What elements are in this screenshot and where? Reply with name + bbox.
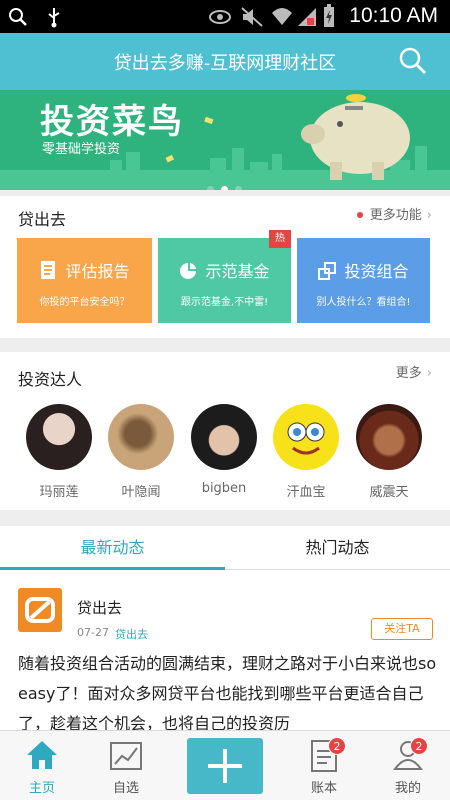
post-content: 随着投资组合活动的圆满结束，理财之路对于小白来说也so easy了！面对众多网贷… (18, 654, 437, 733)
expert-item[interactable]: 叶隐闻 (107, 404, 175, 500)
chevron-right-icon: › (426, 366, 432, 381)
card-title: 投资组合 (297, 258, 430, 282)
post-author-avatar[interactable] (18, 588, 62, 632)
battery-icon (324, 4, 334, 27)
page-title: 贷出去多赚-互联网理财社区 (113, 53, 337, 74)
experts-section: 投资达人 更多 › 玛丽莲 叶隐闻 bigben 汗血宝 威震天 (0, 352, 450, 510)
nav-me[interactable]: 2 我的 (368, 731, 448, 800)
carousel-dot-active (221, 186, 228, 190)
pie-chart-icon (180, 263, 197, 279)
nav-label: 主页 (28, 781, 55, 796)
post-date: 07-27 (77, 626, 109, 639)
card-title-text: 评估报告 (65, 262, 130, 281)
expert-item[interactable]: bigben (190, 404, 258, 496)
card-title: 评估报告 (17, 258, 152, 282)
eye-icon (209, 10, 231, 24)
card-investment-portfolio[interactable]: 投资组合 别人投什么？看组合! (297, 238, 430, 323)
section-title: 投资达人 (18, 370, 83, 389)
chevron-right-icon: › (426, 208, 432, 223)
nav-watchlist[interactable]: 自选 (86, 731, 166, 800)
post-author-name[interactable]: 贷出去 (77, 597, 122, 618)
banner-subtitle: 零基础学投资 (42, 142, 121, 157)
plus-icon (208, 749, 242, 783)
expert-name: 叶隐闻 (121, 485, 161, 500)
avatar (26, 404, 92, 470)
add-post-button[interactable] (187, 738, 263, 794)
tab-popular[interactable]: 热门动态 (225, 526, 450, 570)
notification-badge: 2 (410, 737, 428, 755)
search-icon (9, 8, 27, 26)
carousel-dot (207, 186, 214, 190)
carousel-dot (235, 186, 242, 190)
sponge-character-icon (287, 422, 325, 455)
card-title: 示范基金 (158, 258, 291, 282)
nav-label: 自选 (112, 781, 139, 796)
section-title: 贷出去 (18, 210, 67, 229)
avatar (273, 404, 339, 470)
notification-dot (356, 211, 363, 218)
card-subtitle: 你投的平台安全吗？ (39, 297, 130, 308)
expert-name: 威震天 (369, 485, 409, 500)
nav-label: 账本 (310, 781, 337, 796)
card-title-text: 示范基金 (205, 262, 270, 281)
mute-icon (241, 7, 263, 27)
brand-logo-icon (25, 597, 55, 623)
chart-icon (110, 742, 142, 770)
expert-name: bigben (201, 481, 247, 496)
app-header: 贷出去多赚-互联网理财社区 (0, 33, 450, 90)
feed-post[interactable]: 贷出去 07-27 贷出去 关注TA 随着投资组合活动的圆满结束，理财之路对于小… (0, 570, 450, 733)
promo-banner[interactable]: 投资菜鸟 零基础学投资 (0, 90, 450, 190)
hot-badge: 热 (269, 230, 291, 248)
bottom-nav: 主页 自选 2 账本 2 我的 (0, 730, 450, 800)
feed-tabs: 最新动态 热门动态 (0, 526, 450, 570)
follow-button[interactable]: 关注TA (371, 618, 433, 640)
expert-item[interactable]: 玛丽莲 (25, 404, 93, 500)
more-features-link[interactable]: 更多功能 › (356, 204, 432, 223)
nav-home[interactable]: 主页 (2, 731, 82, 800)
avatar (356, 404, 422, 470)
banner-title: 投资菜鸟 (40, 102, 184, 142)
search-icon[interactable] (398, 46, 428, 76)
notification-badge: 2 (328, 737, 346, 755)
usb-icon (48, 8, 60, 28)
post-source[interactable]: 贷出去 (115, 626, 148, 642)
wifi-icon (272, 8, 292, 25)
expert-name: 玛丽莲 (39, 485, 79, 500)
avatar (191, 404, 257, 470)
avatar (108, 404, 174, 470)
more-label: 更多 (395, 366, 422, 381)
feature-section: 贷出去 更多功能 › 评估报告 你投的平台安全吗？ 示范基金 跟示范基金,不中雷… (0, 196, 450, 338)
signal-icon (298, 8, 316, 26)
expert-item[interactable]: 威震天 (355, 404, 423, 500)
tab-latest[interactable]: 最新动态 (0, 526, 225, 570)
home-icon (27, 741, 57, 769)
status-bar: 10:10 AM (0, 0, 450, 33)
status-time: 10:10 AM (349, 4, 438, 27)
carousel-indicator (207, 178, 249, 190)
more-features-label: 更多功能 (369, 208, 422, 223)
card-assessment-report[interactable]: 评估报告 你投的平台安全吗？ (17, 238, 152, 323)
card-demo-fund[interactable]: 示范基金 跟示范基金,不中雷! 热 (158, 230, 291, 323)
more-link[interactable]: 更多 › (396, 362, 432, 381)
nav-label: 我的 (394, 781, 421, 796)
expert-item[interactable]: 汗血宝 (272, 404, 340, 500)
card-subtitle: 跟示范基金,不中雷! (180, 297, 269, 308)
portfolio-icon (318, 262, 337, 280)
card-subtitle: 别人投什么？看组合! (316, 297, 411, 308)
expert-name: 汗血宝 (286, 485, 326, 500)
card-title-text: 投资组合 (344, 262, 409, 281)
nav-ledger[interactable]: 2 账本 (284, 731, 364, 800)
document-icon (41, 261, 56, 279)
